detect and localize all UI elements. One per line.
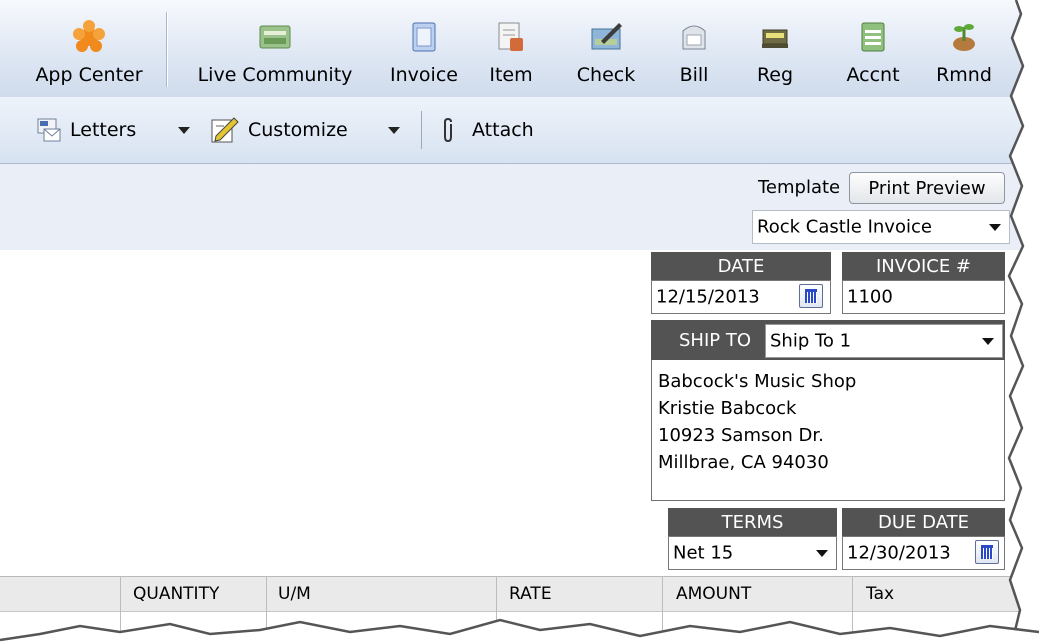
terms-value: Net 15 [673, 542, 734, 564]
customize-icon [210, 116, 240, 144]
account-label: Accnt [846, 64, 900, 86]
column-header-um[interactable]: U/M [278, 577, 311, 611]
ship-to-label: SHIP TO [679, 329, 752, 351]
terms-header: TERMS [668, 508, 837, 536]
torn-bottom-edge [0, 618, 1039, 643]
chevron-down-icon [388, 126, 400, 134]
chevron-down-icon [982, 338, 994, 345]
live-community-button[interactable]: Live Community [183, 0, 367, 97]
register-label: Reg [756, 64, 794, 86]
item-label: Item [489, 64, 533, 86]
invoice-icon [407, 20, 441, 54]
item-icon [494, 20, 528, 54]
chevron-down-icon [178, 126, 190, 134]
attach-button[interactable]: Attach [440, 97, 534, 163]
due-date-value: 12/30/2013 [847, 542, 951, 564]
bill-icon [677, 20, 711, 54]
invoice-number-field[interactable]: 1100 [842, 280, 1005, 314]
invoice-number-value: 1100 [847, 286, 893, 308]
check-button[interactable]: Check [568, 0, 644, 97]
letters-label: Letters [70, 119, 137, 141]
register-button[interactable]: Reg [750, 0, 800, 97]
invoice-number-header: INVOICE # [842, 252, 1005, 280]
attach-label: Attach [472, 119, 534, 141]
customize-label: Customize [248, 119, 348, 141]
live-community-label: Live Community [197, 64, 353, 86]
ship-to-select[interactable]: Ship To 1 [765, 324, 1003, 358]
date-header: DATE [651, 252, 831, 280]
bill-label: Bill [679, 64, 709, 86]
bill-button[interactable]: Bill [671, 0, 717, 97]
app-center-button[interactable]: App Center [25, 0, 153, 97]
letters-button[interactable]: Letters [36, 97, 136, 163]
column-header-amount[interactable]: AMOUNT [676, 577, 751, 611]
chevron-down-icon [816, 550, 828, 557]
print-preview-button[interactable]: Print Preview [849, 172, 1005, 204]
customize-button[interactable]: Customize [210, 97, 348, 163]
app-center-label: App Center [35, 64, 143, 86]
address-line: Babcock's Music Shop [658, 371, 857, 392]
terms-select[interactable]: Net 15 [668, 536, 837, 570]
date-value: 12/15/2013 [656, 286, 760, 308]
letters-icon [36, 117, 62, 143]
check-label: Check [576, 64, 636, 86]
account-icon [856, 20, 890, 54]
icon-toolbar: App Center Live Community Invoice Item C… [0, 0, 1030, 98]
invoice-button[interactable]: Invoice [380, 0, 468, 97]
form-toolbar: Letters Customize Attach [0, 97, 1030, 164]
toolbar-divider [166, 12, 167, 87]
customize-dropdown-arrow[interactable] [388, 97, 400, 163]
template-label: Template [758, 177, 841, 198]
column-header-tax[interactable]: Tax [866, 577, 894, 611]
calendar-icon[interactable] [799, 284, 823, 308]
reminder-button[interactable]: Rmnd [922, 0, 1006, 97]
address-line: Millbrae, CA 94030 [658, 452, 829, 473]
check-icon [589, 20, 623, 54]
reminder-label: Rmnd [936, 64, 992, 86]
due-date-header: DUE DATE [842, 508, 1005, 536]
reminder-icon [947, 20, 981, 54]
toolbar-divider [421, 111, 422, 149]
template-select[interactable]: Rock Castle Invoice [752, 210, 1010, 244]
letters-dropdown-arrow[interactable] [178, 97, 190, 163]
paperclip-icon [440, 116, 456, 144]
item-button[interactable]: Item [484, 0, 538, 97]
torn-right-edge [1007, 0, 1039, 643]
address-line: 10923 Samson Dr. [658, 425, 824, 446]
live-community-icon [258, 20, 292, 54]
ship-to-select-value: Ship To 1 [770, 330, 852, 352]
line-items-header: QUANTITY U/M RATE AMOUNT Tax [0, 576, 1030, 612]
column-header-rate[interactable]: RATE [509, 577, 552, 611]
app-center-icon [72, 20, 106, 54]
column-header-quantity[interactable]: QUANTITY [133, 577, 219, 611]
invoice-label: Invoice [390, 64, 458, 86]
account-button[interactable]: Accnt [838, 0, 908, 97]
template-select-value: Rock Castle Invoice [757, 216, 932, 238]
register-icon [758, 20, 792, 54]
address-line: Kristie Babcock [658, 398, 797, 419]
